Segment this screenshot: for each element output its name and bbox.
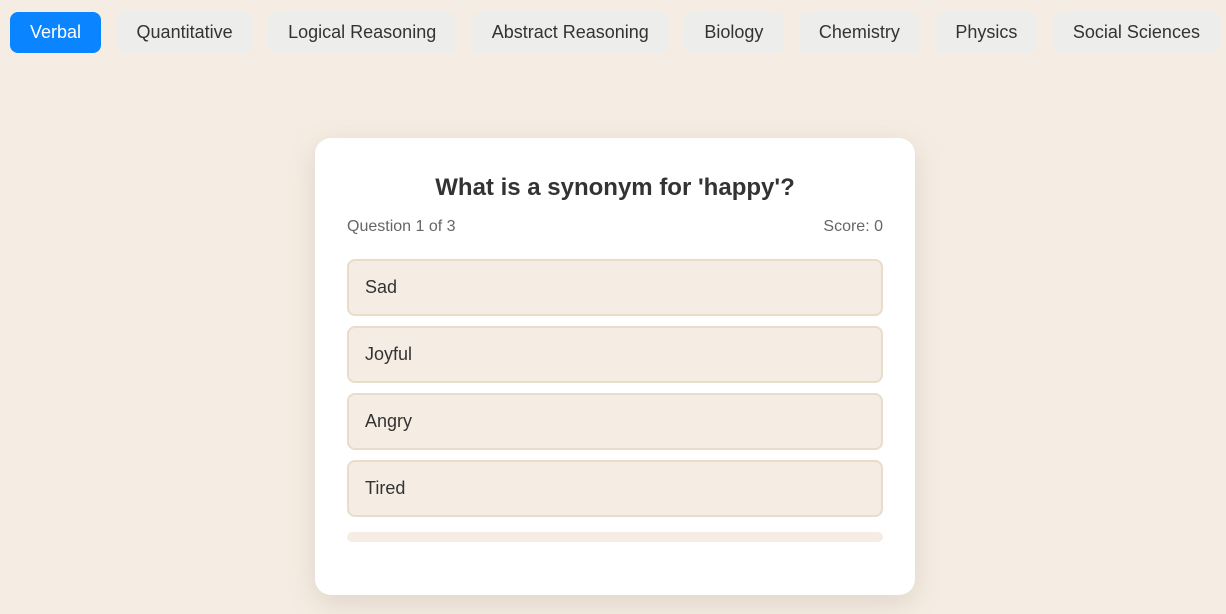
question-counter: Question 1 of 3 [347, 218, 456, 235]
question-text: What is a synonym for 'happy'? [435, 174, 795, 201]
tab-verbal[interactable]: Verbal [10, 12, 102, 53]
tab-logical-reasoning[interactable]: Logical Reasoning [268, 12, 457, 53]
tab-biology[interactable]: Biology [684, 12, 784, 53]
answer-option-tired[interactable]: Tired [347, 460, 883, 517]
quiz-card: What is a synonym for 'happy'? Question … [315, 138, 915, 595]
tab-physics[interactable]: Physics [935, 12, 1038, 53]
quiz-meta: Question 1 of 3 Score: 0 [347, 217, 883, 237]
answer-option-angry[interactable]: Angry [347, 393, 883, 450]
tab-social-sciences[interactable]: Social Sciences [1052, 12, 1220, 53]
category-tabs: Verbal Quantitative Logical Reasoning Ab… [10, 12, 1220, 53]
tab-abstract-reasoning[interactable]: Abstract Reasoning [471, 12, 669, 53]
score-display: Score: 0 [823, 218, 883, 235]
answer-option-joyful[interactable]: Joyful [347, 326, 883, 383]
answer-options: Sad Joyful Angry Tired [347, 259, 883, 517]
tab-chemistry[interactable]: Chemistry [798, 12, 920, 53]
answer-option-sad[interactable]: Sad [347, 259, 883, 316]
progress-bar [347, 532, 883, 542]
tab-quantitative[interactable]: Quantitative [116, 12, 253, 53]
